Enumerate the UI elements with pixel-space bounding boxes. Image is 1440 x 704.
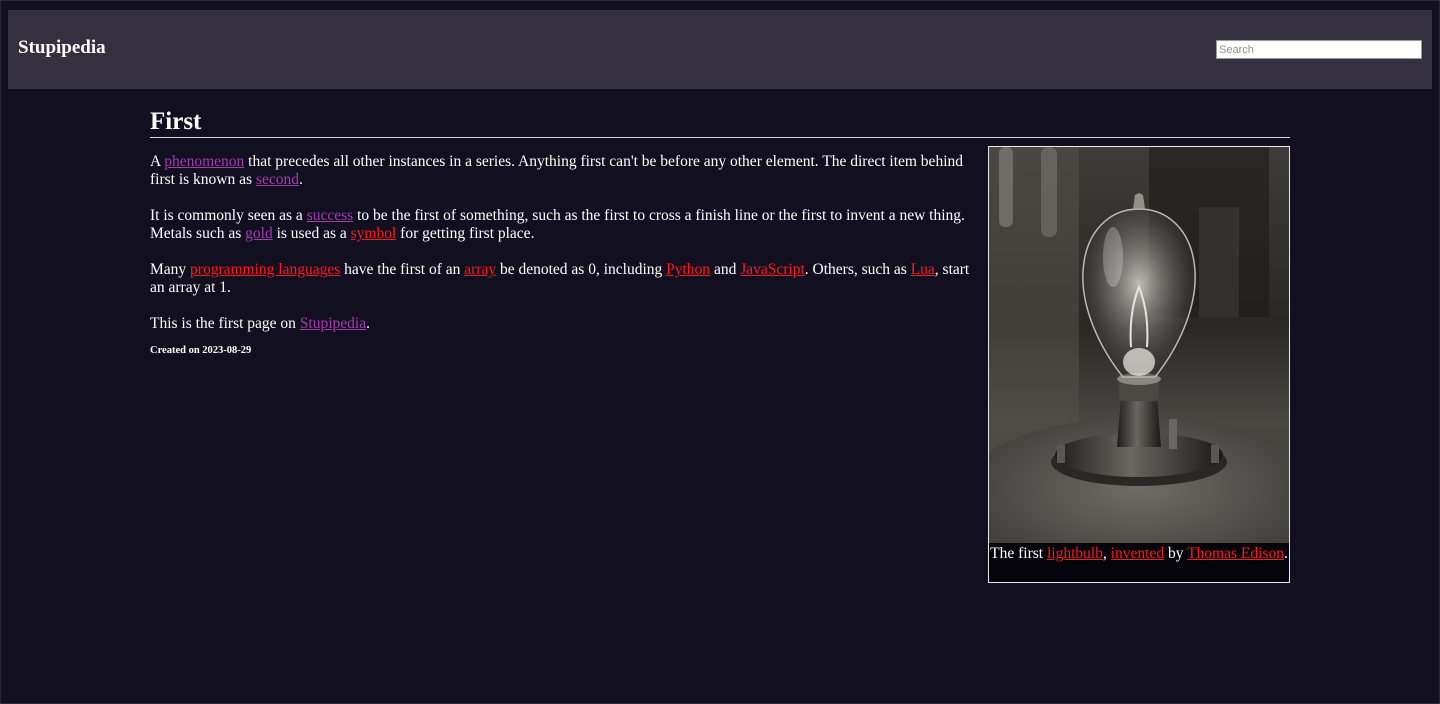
- link-invented[interactable]: invented: [1111, 545, 1164, 562]
- paragraph-success: It is commonly seen as a success to be t…: [150, 207, 972, 243]
- link-gold[interactable]: gold: [245, 225, 273, 242]
- figure-caption: The first lightbulb, invented by Thomas …: [989, 545, 1289, 563]
- lightbulb-photo-icon: [989, 147, 1289, 543]
- link-lua[interactable]: Lua: [911, 261, 935, 278]
- text: ,: [1102, 545, 1111, 562]
- link-phenomenon[interactable]: phenomenon: [164, 153, 244, 170]
- link-array[interactable]: array: [464, 261, 496, 278]
- paragraph-programming: Many programming languages have the firs…: [150, 261, 972, 297]
- link-stupipedia[interactable]: Stupipedia: [300, 315, 366, 332]
- link-success[interactable]: success: [307, 207, 354, 224]
- link-lightbulb[interactable]: lightbulb: [1047, 545, 1103, 562]
- infobox-figure: The first lightbulb, invented by Thomas …: [988, 146, 1290, 583]
- text: have the first of an: [340, 261, 465, 278]
- page-title: First: [150, 108, 1290, 138]
- text: be denoted as 0, including: [496, 261, 667, 278]
- paragraph-definition: A phenomenon that precedes all other ins…: [150, 153, 972, 189]
- link-programming-languages[interactable]: programming languages: [190, 261, 340, 278]
- article-body: A phenomenon that precedes all other ins…: [150, 153, 972, 360]
- link-python[interactable]: Python: [666, 261, 710, 278]
- text: and: [710, 261, 741, 278]
- text: A: [150, 153, 165, 170]
- text: The first: [990, 545, 1047, 562]
- text: is used as a: [272, 225, 351, 242]
- site-header: Stupipedia: [8, 10, 1432, 89]
- link-symbol[interactable]: symbol: [351, 225, 397, 242]
- link-thomas-edison[interactable]: Thomas Edison: [1187, 545, 1284, 562]
- text: This is the first page on: [150, 315, 300, 332]
- text: for getting first place.: [396, 225, 535, 242]
- text: It is commonly seen as a: [150, 207, 307, 224]
- text: .: [1283, 545, 1288, 562]
- search-input[interactable]: [1216, 40, 1422, 59]
- text: .: [366, 315, 370, 332]
- text: .: [298, 171, 303, 188]
- text: . Others, such as: [804, 261, 911, 278]
- text: by: [1164, 545, 1188, 562]
- text: Many: [150, 261, 191, 278]
- link-second[interactable]: second: [256, 171, 299, 188]
- site-title-link[interactable]: Stupipedia: [18, 37, 106, 59]
- link-javascript[interactable]: JavaScript: [740, 261, 805, 278]
- created-date: Created on 2023-08-29: [150, 345, 252, 356]
- paragraph-first-page: This is the first page on Stupipedia.: [150, 315, 972, 333]
